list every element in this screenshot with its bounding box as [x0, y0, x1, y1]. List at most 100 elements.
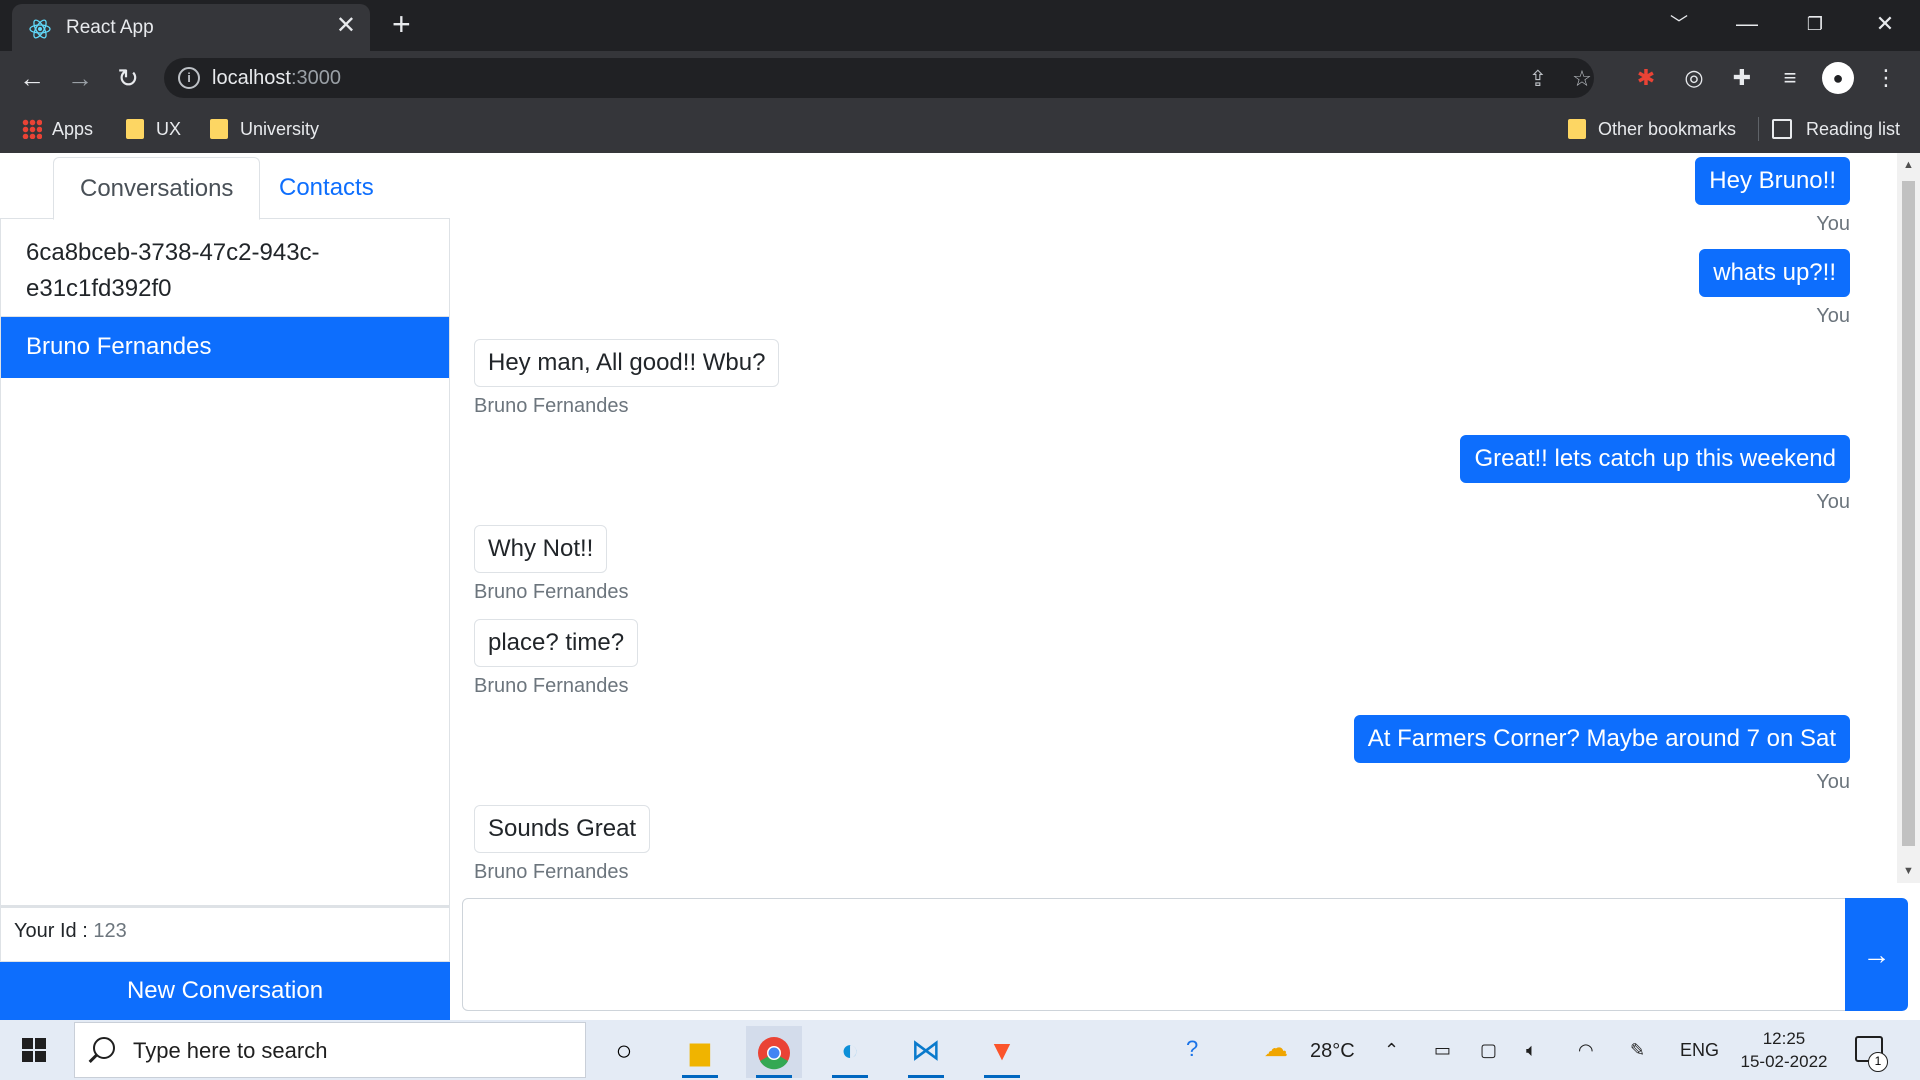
wifi-icon[interactable]: ◠	[1578, 1040, 1594, 1061]
new-conversation-button[interactable]: New Conversation	[0, 962, 450, 1020]
windows-taskbar: Type here to search ○ ▆ ◐ ⋈ ▼ ? ☁ 28°C ⌃…	[0, 1020, 1920, 1080]
conversation-list: 6ca8bceb-3738-47c2-943c- e31c1fd392f0 Br…	[0, 219, 450, 906]
taskbar-search[interactable]: Type here to search	[74, 1022, 586, 1078]
tab-close-icon[interactable]: ✕	[336, 14, 356, 38]
share-icon[interactable]: ⇪	[1524, 65, 1552, 93]
message-bubble: whats up?!!	[1699, 249, 1850, 297]
tab-title: React App	[66, 17, 154, 38]
tab-conversations[interactable]: Conversations	[53, 157, 261, 220]
browser-toolbar: ← → ↻ i localhost:3000 ⇪ ☆ ✱ ◎ ✚ ≡ ● ⋮	[0, 51, 1920, 105]
tab-contacts[interactable]: Contacts	[253, 157, 400, 220]
message-sender: Bruno Fernandes	[474, 861, 629, 883]
temperature[interactable]: 28°C	[1310, 1040, 1355, 1063]
arrow-right-icon: →	[1862, 939, 1891, 970]
message-sender: You	[1816, 771, 1850, 793]
cortana-icon[interactable]: ○	[596, 1026, 652, 1078]
tab-search-chevron-icon[interactable]: ﹀	[1654, 6, 1704, 42]
message-incoming: Hey man, All good!! Wbu? Bruno Fernandes	[474, 339, 780, 418]
message-bubble: Great!! lets catch up this weekend	[1460, 435, 1850, 483]
pen-icon[interactable]: ✎	[1630, 1040, 1645, 1061]
site-info-icon[interactable]: i	[178, 67, 200, 89]
scroll-up-arrow-icon[interactable]: ▲	[1897, 155, 1920, 175]
your-id-label: Your Id :	[14, 920, 94, 942]
folder-icon	[210, 119, 228, 139]
file-explorer-icon[interactable]: ▆	[672, 1026, 728, 1078]
message-sender: Bruno Fernandes	[474, 581, 629, 603]
message-bubble: Why Not!!	[474, 525, 608, 573]
apps-grid-icon	[22, 119, 42, 139]
message-input[interactable]	[462, 898, 1857, 1011]
folder-icon	[1568, 119, 1586, 139]
react-logo-icon	[29, 19, 51, 39]
message-outgoing: At Farmers Corner? Maybe around 7 on Sat…	[1353, 715, 1850, 794]
message-incoming: place? time? Bruno Fernandes	[474, 619, 639, 698]
message-bubble: Hey man, All good!! Wbu?	[474, 339, 780, 387]
message-scrollbar[interactable]: ▲ ▼	[1897, 153, 1920, 883]
message-outgoing: Hey Bruno!! You	[1695, 157, 1850, 236]
bookmark-university[interactable]: University	[210, 115, 319, 143]
message-bubble: At Farmers Corner? Maybe around 7 on Sat	[1353, 715, 1850, 763]
meet-icon[interactable]: ▭	[1434, 1040, 1451, 1061]
app-root: Conversations Contacts 6ca8bceb-3738-47c…	[0, 153, 1920, 1020]
weather-icon[interactable]: ☁	[1264, 1034, 1288, 1063]
send-button[interactable]: →	[1845, 898, 1908, 1011]
message-sender: Bruno Fernandes	[474, 675, 629, 697]
restore-icon[interactable]: ❐	[1790, 6, 1840, 42]
extension-red-icon[interactable]: ✱	[1630, 62, 1662, 94]
extensions-puzzle-icon[interactable]: ✚	[1726, 62, 1758, 94]
message-bubble: place? time?	[474, 619, 639, 667]
reload-icon[interactable]: ↻	[112, 62, 144, 94]
clock-date: 15-02-2022	[1740, 1052, 1828, 1071]
media-queue-icon[interactable]: ≡	[1774, 62, 1806, 94]
clock[interactable]: 12:25 15-02-2022	[1736, 1027, 1832, 1073]
chrome-icon[interactable]	[746, 1026, 802, 1078]
bookmark-separator	[1758, 117, 1759, 141]
vscode-icon[interactable]: ⋈	[898, 1026, 954, 1078]
language-indicator[interactable]: ENG	[1680, 1040, 1719, 1061]
conversation-item[interactable]: 6ca8bceb-3738-47c2-943c- e31c1fd392f0	[1, 219, 449, 317]
volume-icon[interactable]: 🔈︎	[1526, 1040, 1537, 1061]
scroll-down-arrow-icon[interactable]: ▼	[1897, 861, 1920, 881]
scrollbar-thumb[interactable]	[1902, 181, 1915, 846]
bookmarks-bar: Apps UX University Other bookmarks Readi…	[0, 105, 1920, 153]
window-close-icon[interactable]: ✕	[1860, 6, 1910, 42]
profile-avatar[interactable]: ●	[1822, 62, 1854, 94]
display-icon[interactable]: ▢	[1480, 1040, 1497, 1061]
message-bubble: Hey Bruno!!	[1695, 157, 1850, 205]
message-sender: You	[1816, 491, 1850, 513]
message-list: Hey Bruno!! You whats up?!! You Hey man,…	[450, 153, 1897, 883]
forward-arrow-icon[interactable]: →	[64, 62, 96, 94]
address-bar[interactable]: i localhost:3000 ⇪ ☆	[164, 58, 1594, 98]
bookmark-star-icon[interactable]: ☆	[1568, 65, 1596, 93]
search-icon	[93, 1037, 115, 1059]
tray-chevron-up-icon[interactable]: ⌃	[1384, 1040, 1399, 1061]
message-outgoing: whats up?!! You	[1699, 249, 1850, 328]
message-bubble: Sounds Great	[474, 805, 651, 853]
chat-panel: Hey Bruno!! You whats up?!! You Hey man,…	[450, 153, 1920, 1020]
taskbar-search-placeholder: Type here to search	[133, 1038, 328, 1063]
back-arrow-icon[interactable]: ←	[16, 62, 48, 94]
your-id-value: 123	[93, 920, 127, 942]
message-sender: You	[1816, 305, 1850, 327]
minimize-icon[interactable]: —	[1722, 6, 1772, 42]
notification-count-badge: 1	[1868, 1052, 1888, 1072]
browser-tab[interactable]: React App ✕	[12, 4, 370, 51]
reading-list[interactable]: Reading list	[1772, 115, 1900, 143]
windows-start-icon[interactable]	[22, 1038, 46, 1062]
conversation-id-line2: e31c1fd392f0	[26, 275, 172, 302]
browser-tabstrip: React App ✕ + ﹀ — ❐ ✕	[0, 0, 1920, 51]
brave-icon[interactable]: ▼	[974, 1026, 1030, 1078]
conversation-item-selected[interactable]: Bruno Fernandes	[1, 317, 449, 378]
message-outgoing: Great!! lets catch up this weekend You	[1460, 435, 1850, 514]
bookmark-apps[interactable]: Apps	[22, 115, 93, 143]
help-icon[interactable]: ?	[1186, 1036, 1198, 1062]
message-incoming: Why Not!! Bruno Fernandes	[474, 525, 629, 604]
edge-icon[interactable]: ◐	[822, 1026, 878, 1078]
message-incoming: Sounds Great Bruno Fernandes	[474, 805, 651, 884]
menu-kebab-icon[interactable]: ⋮	[1870, 62, 1902, 94]
address-url[interactable]: localhost:3000	[212, 67, 341, 90]
bookmark-ux[interactable]: UX	[126, 115, 181, 143]
new-tab-icon[interactable]: +	[392, 8, 411, 40]
extension-target-icon[interactable]: ◎	[1678, 62, 1710, 94]
bookmark-other[interactable]: Other bookmarks	[1568, 115, 1736, 143]
